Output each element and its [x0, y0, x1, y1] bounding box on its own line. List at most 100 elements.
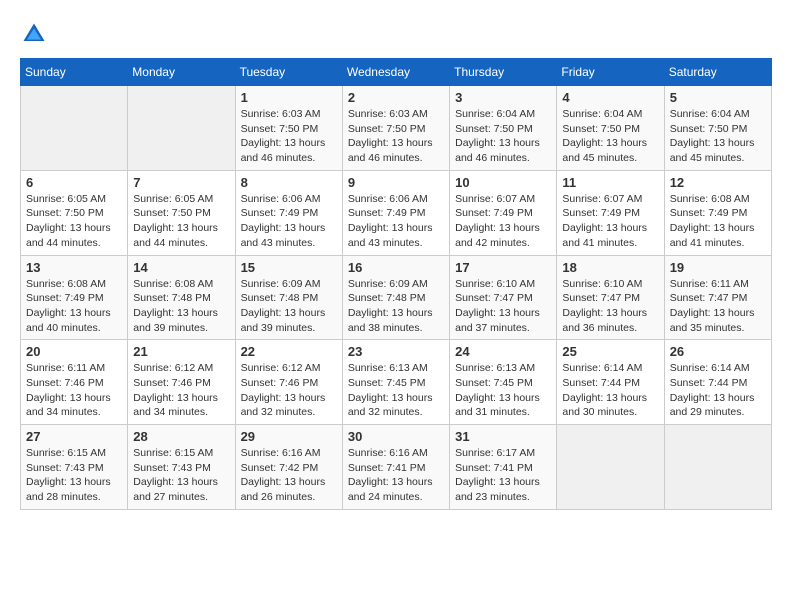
calendar-cell: 14Sunrise: 6:08 AMSunset: 7:48 PMDayligh…: [128, 255, 235, 340]
day-number: 23: [348, 344, 444, 359]
day-number: 17: [455, 260, 551, 275]
day-number: 29: [241, 429, 337, 444]
day-detail: Sunrise: 6:07 AMSunset: 7:49 PMDaylight:…: [562, 192, 658, 251]
day-number: 11: [562, 175, 658, 190]
day-number: 18: [562, 260, 658, 275]
day-detail: Sunrise: 6:13 AMSunset: 7:45 PMDaylight:…: [455, 361, 551, 420]
calendar-cell: 24 Sunrise: 6:13 AMSunset: 7:45 PMDayligh…: [450, 340, 557, 425]
calendar-cell: 11 Sunrise: 6:07 AMSunset: 7:49 PMDayligh…: [557, 170, 664, 255]
calendar-cell: [557, 425, 664, 510]
calendar-cell: 13 Sunrise: 6:08 AMSunset: 7:49 PMDayligh…: [21, 255, 128, 340]
day-detail: Sunrise: 6:16 AMSunset: 7:41 PMDaylight:…: [348, 446, 444, 505]
day-detail: Sunrise: 6:05 AMSunset: 7:50 PMDaylight:…: [133, 192, 229, 251]
calendar-cell: 16 Sunrise: 6:09 AMSunset: 7:48 PMDayligh…: [342, 255, 449, 340]
calendar-cell: 4 Sunrise: 6:04 AMSunset: 7:50 PMDaylight…: [557, 86, 664, 171]
calendar-cell: 20 Sunrise: 6:11 AMSunset: 7:46 PMDayligh…: [21, 340, 128, 425]
day-number: 14: [133, 260, 229, 275]
week-row-3: 13 Sunrise: 6:08 AMSunset: 7:49 PMDayligh…: [21, 255, 772, 340]
day-number: 5: [670, 90, 766, 105]
day-detail: Sunrise: 6:15 AMSunset: 7:43 PMDaylight:…: [26, 446, 122, 505]
day-detail: Sunrise: 6:09 AMSunset: 7:48 PMDaylight:…: [348, 277, 444, 336]
day-detail: Sunrise: 6:17 AMSunset: 7:41 PMDaylight:…: [455, 446, 551, 505]
weekday-header-tuesday: Tuesday: [235, 59, 342, 86]
calendar-cell: 25Sunrise: 6:14 AMSunset: 7:44 PMDayligh…: [557, 340, 664, 425]
day-number: 6: [26, 175, 122, 190]
day-number: 24: [455, 344, 551, 359]
calendar-cell: 6 Sunrise: 6:05 AMSunset: 7:50 PMDaylight…: [21, 170, 128, 255]
calendar-cell: [128, 86, 235, 171]
weekday-header-thursday: Thursday: [450, 59, 557, 86]
calendar-cell: 30 Sunrise: 6:16 AMSunset: 7:41 PMDayligh…: [342, 425, 449, 510]
day-number: 15: [241, 260, 337, 275]
day-detail: Sunrise: 6:10 AMSunset: 7:47 PMDaylight:…: [562, 277, 658, 336]
weekday-header-wednesday: Wednesday: [342, 59, 449, 86]
day-detail: Sunrise: 6:11 AMSunset: 7:47 PMDaylight:…: [670, 277, 766, 336]
calendar-cell: 19 Sunrise: 6:11 AMSunset: 7:47 PMDayligh…: [664, 255, 771, 340]
day-detail: Sunrise: 6:06 AMSunset: 7:49 PMDaylight:…: [348, 192, 444, 251]
calendar-cell: 29Sunrise: 6:16 AMSunset: 7:42 PMDayligh…: [235, 425, 342, 510]
calendar-cell: 12Sunrise: 6:08 AMSunset: 7:49 PMDayligh…: [664, 170, 771, 255]
weekday-header-friday: Friday: [557, 59, 664, 86]
weekday-header-row: SundayMondayTuesdayWednesdayThursdayFrid…: [21, 59, 772, 86]
day-detail: Sunrise: 6:04 AMSunset: 7:50 PMDaylight:…: [670, 107, 766, 166]
day-detail: Sunrise: 6:08 AMSunset: 7:49 PMDaylight:…: [26, 277, 122, 336]
week-row-4: 20 Sunrise: 6:11 AMSunset: 7:46 PMDayligh…: [21, 340, 772, 425]
day-number: 31: [455, 429, 551, 444]
day-number: 30: [348, 429, 444, 444]
day-detail: Sunrise: 6:03 AMSunset: 7:50 PMDaylight:…: [241, 107, 337, 166]
day-detail: Sunrise: 6:04 AMSunset: 7:50 PMDaylight:…: [562, 107, 658, 166]
day-number: 25: [562, 344, 658, 359]
calendar-cell: 3 Sunrise: 6:04 AMSunset: 7:50 PMDaylight…: [450, 86, 557, 171]
day-detail: Sunrise: 6:09 AMSunset: 7:48 PMDaylight:…: [241, 277, 337, 336]
calendar-header: SundayMondayTuesdayWednesdayThursdayFrid…: [21, 59, 772, 86]
day-number: 27: [26, 429, 122, 444]
day-number: 13: [26, 260, 122, 275]
day-detail: Sunrise: 6:12 AMSunset: 7:46 PMDaylight:…: [241, 361, 337, 420]
calendar-cell: 10 Sunrise: 6:07 AMSunset: 7:49 PMDayligh…: [450, 170, 557, 255]
day-detail: Sunrise: 6:03 AMSunset: 7:50 PMDaylight:…: [348, 107, 444, 166]
page-header: [20, 20, 772, 48]
weekday-header-saturday: Saturday: [664, 59, 771, 86]
day-number: 28: [133, 429, 229, 444]
day-number: 10: [455, 175, 551, 190]
calendar-cell: 21 Sunrise: 6:12 AMSunset: 7:46 PMDayligh…: [128, 340, 235, 425]
day-detail: Sunrise: 6:12 AMSunset: 7:46 PMDaylight:…: [133, 361, 229, 420]
day-number: 26: [670, 344, 766, 359]
calendar-cell: 1Sunrise: 6:03 AMSunset: 7:50 PMDaylight…: [235, 86, 342, 171]
day-number: 12: [670, 175, 766, 190]
day-number: 21: [133, 344, 229, 359]
weekday-header-sunday: Sunday: [21, 59, 128, 86]
calendar-cell: 7Sunrise: 6:05 AMSunset: 7:50 PMDaylight…: [128, 170, 235, 255]
calendar-body: 1Sunrise: 6:03 AMSunset: 7:50 PMDaylight…: [21, 86, 772, 510]
calendar-cell: 27 Sunrise: 6:15 AMSunset: 7:43 PMDayligh…: [21, 425, 128, 510]
day-number: 19: [670, 260, 766, 275]
day-number: 20: [26, 344, 122, 359]
day-number: 4: [562, 90, 658, 105]
week-row-1: 1Sunrise: 6:03 AMSunset: 7:50 PMDaylight…: [21, 86, 772, 171]
calendar-cell: 2Sunrise: 6:03 AMSunset: 7:50 PMDaylight…: [342, 86, 449, 171]
calendar-cell: 26Sunrise: 6:14 AMSunset: 7:44 PMDayligh…: [664, 340, 771, 425]
day-detail: Sunrise: 6:15 AMSunset: 7:43 PMDaylight:…: [133, 446, 229, 505]
day-detail: Sunrise: 6:06 AMSunset: 7:49 PMDaylight:…: [241, 192, 337, 251]
calendar-cell: 8Sunrise: 6:06 AMSunset: 7:49 PMDaylight…: [235, 170, 342, 255]
calendar-cell: 31 Sunrise: 6:17 AMSunset: 7:41 PMDayligh…: [450, 425, 557, 510]
day-detail: Sunrise: 6:13 AMSunset: 7:45 PMDaylight:…: [348, 361, 444, 420]
calendar-cell: 23 Sunrise: 6:13 AMSunset: 7:45 PMDayligh…: [342, 340, 449, 425]
day-detail: Sunrise: 6:05 AMSunset: 7:50 PMDaylight:…: [26, 192, 122, 251]
calendar-cell: 15 Sunrise: 6:09 AMSunset: 7:48 PMDayligh…: [235, 255, 342, 340]
calendar-cell: 9 Sunrise: 6:06 AMSunset: 7:49 PMDaylight…: [342, 170, 449, 255]
day-number: 22: [241, 344, 337, 359]
day-number: 3: [455, 90, 551, 105]
calendar-table: SundayMondayTuesdayWednesdayThursdayFrid…: [20, 58, 772, 510]
day-number: 16: [348, 260, 444, 275]
day-detail: Sunrise: 6:07 AMSunset: 7:49 PMDaylight:…: [455, 192, 551, 251]
day-detail: Sunrise: 6:11 AMSunset: 7:46 PMDaylight:…: [26, 361, 122, 420]
calendar-cell: [21, 86, 128, 171]
logo: [20, 20, 52, 48]
calendar-cell: 22 Sunrise: 6:12 AMSunset: 7:46 PMDayligh…: [235, 340, 342, 425]
day-detail: Sunrise: 6:04 AMSunset: 7:50 PMDaylight:…: [455, 107, 551, 166]
day-detail: Sunrise: 6:10 AMSunset: 7:47 PMDaylight:…: [455, 277, 551, 336]
day-number: 9: [348, 175, 444, 190]
calendar-cell: 18 Sunrise: 6:10 AMSunset: 7:47 PMDayligh…: [557, 255, 664, 340]
calendar-cell: [664, 425, 771, 510]
